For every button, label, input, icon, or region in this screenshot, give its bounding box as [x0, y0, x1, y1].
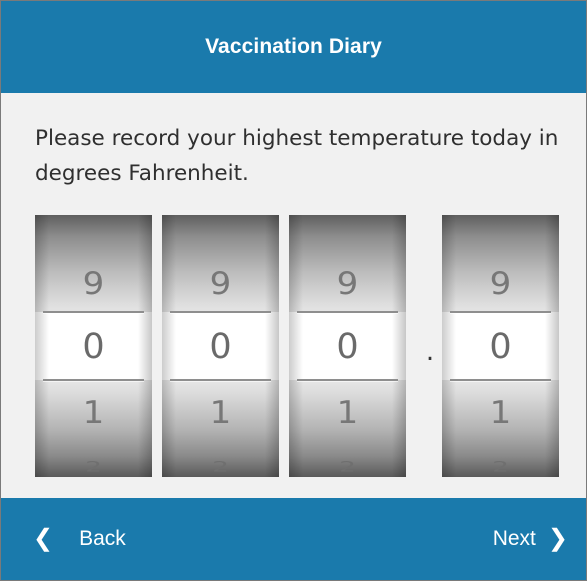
selection-divider-top [170, 311, 271, 313]
question-prompt: Please record your highest temperature t… [35, 126, 559, 186]
next-button-label: Next [492, 527, 536, 550]
next-button[interactable]: Next ❯ [493, 498, 568, 580]
wheel-digit-bottom: 2 [85, 459, 102, 476]
wheel-digit-below: 1 [336, 394, 359, 432]
temperature-picker: 8 9 0 1 2 8 9 0 1 2 8 9 0 1 2 . [35, 215, 559, 477]
wheel-digit-above: 9 [82, 265, 105, 303]
wheel-digit-top: 8 [442, 215, 559, 216]
wheel-digit-above: 9 [336, 265, 359, 303]
wheel-digit-top: 8 [289, 215, 406, 216]
wheel-digit-bottom: 2 [212, 459, 229, 476]
selection-divider-bottom [450, 379, 551, 381]
wheel-digit-above: 9 [209, 265, 232, 303]
wheel-digit-top: 8 [35, 215, 152, 216]
decimal-point: . [425, 337, 435, 367]
selection-divider-top [297, 311, 398, 313]
page-title: Vaccination Diary [205, 35, 382, 58]
digit-wheel-hundreds[interactable]: 8 9 0 1 2 [35, 215, 152, 477]
header-bar: Vaccination Diary [1, 1, 586, 93]
footer-nav-bar: ❮ Back Next ❯ [1, 498, 586, 580]
wheel-digit-bottom: 2 [339, 459, 356, 476]
chevron-right-icon: ❯ [547, 525, 568, 552]
wheel-digit-selected: 0 [489, 327, 512, 367]
wheel-digit-above: 9 [489, 265, 512, 303]
wheel-digit-below: 1 [489, 394, 512, 432]
app-window: Vaccination Diary Please record your hig… [0, 0, 587, 581]
selection-divider-bottom [170, 379, 271, 381]
wheel-digit-below: 1 [209, 394, 232, 432]
wheel-digit-below: 1 [82, 394, 105, 432]
wheel-digit-bottom: 2 [492, 459, 509, 476]
selection-divider-bottom [297, 379, 398, 381]
wheel-digit-selected: 0 [82, 327, 105, 367]
selection-divider-top [450, 311, 551, 313]
digit-wheel-tenths[interactable]: 8 9 0 1 2 [442, 215, 559, 477]
selection-divider-bottom [43, 379, 144, 381]
wheel-digit-top: 8 [162, 215, 279, 216]
wheel-digit-selected: 0 [336, 327, 359, 367]
wheel-digit-selected: 0 [209, 327, 232, 367]
chevron-left-icon: ❮ [33, 525, 54, 552]
back-button[interactable]: ❮ Back [33, 498, 126, 580]
digit-wheel-ones[interactable]: 8 9 0 1 2 [289, 215, 406, 477]
digit-wheel-tens[interactable]: 8 9 0 1 2 [162, 215, 279, 477]
selection-divider-top [43, 311, 144, 313]
back-button-label: Back [79, 527, 126, 550]
